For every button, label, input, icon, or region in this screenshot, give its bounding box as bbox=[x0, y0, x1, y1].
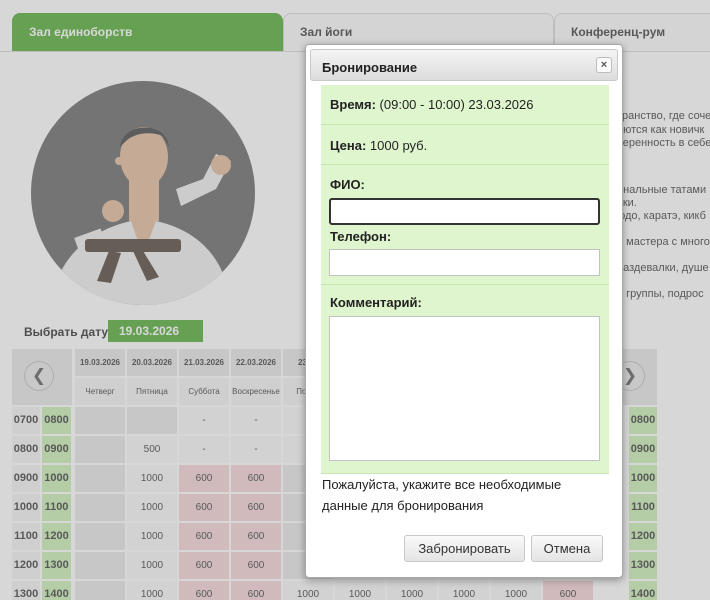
time-value: (09:00 - 10:00) 23.03.2026 bbox=[379, 97, 534, 112]
comment-label: Комментарий: bbox=[330, 295, 422, 310]
time-section: Время: (09:00 - 10:00) 23.03.2026 bbox=[321, 85, 609, 125]
price-section: Цена: 1000 руб. bbox=[321, 125, 609, 165]
comment-section: Комментарий: bbox=[321, 285, 609, 474]
phone-label: Телефон: bbox=[330, 229, 392, 244]
price-value: 1000 руб. bbox=[369, 138, 428, 153]
cancel-button[interactable]: Отмена bbox=[531, 535, 603, 562]
fio-label: ФИО: bbox=[330, 177, 365, 192]
time-info: Время: (09:00 - 10:00) 23.03.2026 bbox=[330, 97, 534, 112]
book-button[interactable]: Забронировать bbox=[404, 535, 525, 562]
dialog-title: Бронирование bbox=[322, 60, 418, 75]
price-label: Цена: bbox=[330, 138, 367, 153]
price-info: Цена: 1000 руб. bbox=[330, 138, 427, 153]
fio-input[interactable] bbox=[329, 198, 600, 225]
close-icon[interactable]: × bbox=[596, 57, 612, 73]
comment-textarea[interactable] bbox=[329, 316, 600, 461]
phone-input[interactable] bbox=[329, 249, 600, 276]
time-label: Время: bbox=[330, 97, 376, 112]
validation-message: Пожалуйста, укажите все необходимые данн… bbox=[322, 477, 562, 513]
booking-dialog: Бронирование × Время: (09:00 - 10:00) 23… bbox=[305, 44, 623, 578]
dialog-title-bar[interactable]: Бронирование × bbox=[310, 49, 618, 81]
contact-section: ФИО: Телефон: bbox=[321, 165, 609, 285]
